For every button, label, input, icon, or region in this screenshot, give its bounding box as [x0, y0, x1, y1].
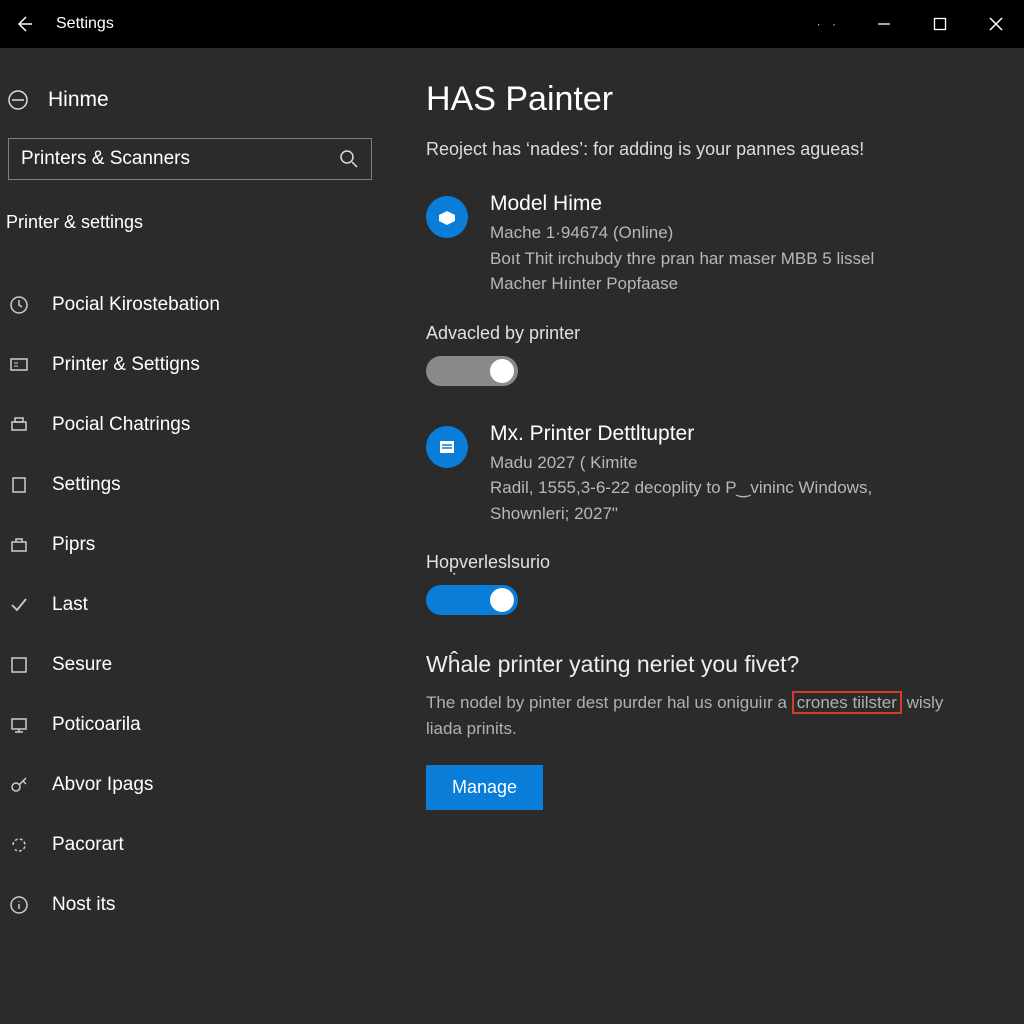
sidebar-item-kirostebation[interactable]: Pocial Kirostebation: [0, 275, 380, 335]
device-desc: Boıt Thit irchubdy thre pran har maser M…: [490, 246, 874, 272]
sidebar-item-label: Nost its: [52, 894, 115, 916]
sidebar-item-label: Poticoarila: [52, 714, 141, 736]
sidebar-home-label: Hinme: [48, 88, 109, 112]
help-text-a: The nodel by pinter dest purder hal us o…: [426, 693, 792, 712]
sidebar-home[interactable]: Hinme: [0, 86, 380, 116]
tablet-icon: [8, 474, 30, 496]
sidebar-section-header: Printer & settings: [0, 206, 380, 241]
search-box[interactable]: [8, 138, 372, 180]
sidebar-item-printer-settings[interactable]: Printer & Settigns: [0, 335, 380, 395]
sidebar-item-poticoarila[interactable]: Poticoarila: [0, 695, 380, 755]
close-button[interactable]: [968, 0, 1024, 48]
home-icon: [6, 89, 30, 111]
toggle-thumb: [490, 588, 514, 612]
close-icon: [988, 16, 1004, 32]
square-icon: [8, 654, 30, 676]
minimize-icon: [877, 17, 891, 31]
arrow-left-icon: [14, 14, 34, 34]
sidebar-item-label: Printer & Settigns: [52, 354, 200, 376]
toggle-thumb: [490, 359, 514, 383]
search-input[interactable]: [21, 148, 339, 170]
sidebar-item-label: Piprs: [52, 534, 95, 556]
sidebar-item-pacorart[interactable]: Pacorart: [0, 815, 380, 875]
sidebar-item-chatrings[interactable]: Pocial Chatrings: [0, 395, 380, 455]
window-title: Settings: [56, 15, 114, 33]
maximize-button[interactable]: [912, 0, 968, 48]
sidebar-item-label: Settings: [52, 474, 121, 496]
device-status: Mache 1·94⁨6⁨74 (Online): [490, 220, 874, 246]
toggle2-label: Hop̣verleslsurio: [426, 552, 984, 573]
device-card-1[interactable]: Model Hime Mache 1·94⁨6⁨74 (Online) Boıt…: [426, 192, 984, 297]
toggle-advanced-printer[interactable]: [426, 356, 518, 386]
device-name: Mx. Printer Dettltupter: [490, 422, 872, 446]
device-desc2: Shownleri; 2027": [490, 501, 872, 527]
printer-badge-icon: [426, 196, 468, 238]
sidebar-item-label: Last: [52, 594, 88, 616]
sidebar-item-nost[interactable]: Nost its: [0, 875, 380, 935]
sidebar-nav: Pocial Kirostebation Printer & Settigns …: [0, 275, 380, 935]
help-text: The nodel by pinter dest purder hal us o…: [426, 690, 984, 743]
sidebar-item-sesure[interactable]: Sesure: [0, 635, 380, 695]
page-title: HAS Painter: [426, 80, 984, 119]
monitor-icon: [8, 354, 30, 376]
page-subtitle: Reoject has ‘nades’: for adding is your …: [426, 139, 984, 160]
maximize-icon: [933, 17, 947, 31]
sidebar-item-abvor[interactable]: Abvor Ipags: [0, 755, 380, 815]
titlebar: Settings · ·: [0, 0, 1024, 48]
device-card-2[interactable]: Mx. Printer Dettltupter Madu 2027 ( Kimi…: [426, 422, 984, 527]
main-content: HAS Painter Reoject has ‘nades’: for add…: [380, 48, 1024, 935]
printer-icon: [8, 414, 30, 436]
more-indicator: · ·: [817, 17, 856, 31]
help-highlight: crones tiilster: [792, 691, 902, 714]
display-icon: [8, 714, 30, 736]
help-heading: Wĥale printer yating neriet you fivet?: [426, 651, 984, 678]
clock-icon: [8, 294, 30, 316]
sidebar-item-label: Pocial Chatrings: [52, 414, 190, 436]
device-desc: Radil, 1555,3-6-22 decoplity to P‿vininc…: [490, 475, 872, 501]
sidebar-item-label: Pacorart: [52, 834, 124, 856]
sidebar-item-settings[interactable]: Settings: [0, 455, 380, 515]
sidebar-item-label: Abvor Ipags: [52, 774, 153, 796]
back-button[interactable]: [0, 0, 48, 48]
toggle1-label: Advacled by printer: [426, 323, 984, 344]
sidebar: Hinme Printer & settings Pocial Kirosteb…: [0, 48, 380, 935]
device-desc2: Macher Hıinter Popfaase: [490, 271, 874, 297]
refresh-icon: [8, 834, 30, 856]
key-icon: [8, 774, 30, 796]
device-name: Model Hime: [490, 192, 874, 216]
briefcase-icon: [8, 534, 30, 556]
printer-badge-icon: [426, 426, 468, 468]
device-status: Madu 2027 ( Kimite: [490, 450, 872, 476]
info-icon: [8, 894, 30, 916]
toggle-hopverleslsurio[interactable]: [426, 585, 518, 615]
minimize-button[interactable]: [856, 0, 912, 48]
sidebar-item-label: Pocial Kirostebation: [52, 294, 220, 316]
search-icon: [339, 149, 359, 169]
manage-button[interactable]: Manage: [426, 765, 543, 810]
check-icon: [8, 594, 30, 616]
sidebar-item-last[interactable]: Last: [0, 575, 380, 635]
sidebar-item-label: Sesure: [52, 654, 112, 676]
sidebar-item-piprs[interactable]: Piprs: [0, 515, 380, 575]
